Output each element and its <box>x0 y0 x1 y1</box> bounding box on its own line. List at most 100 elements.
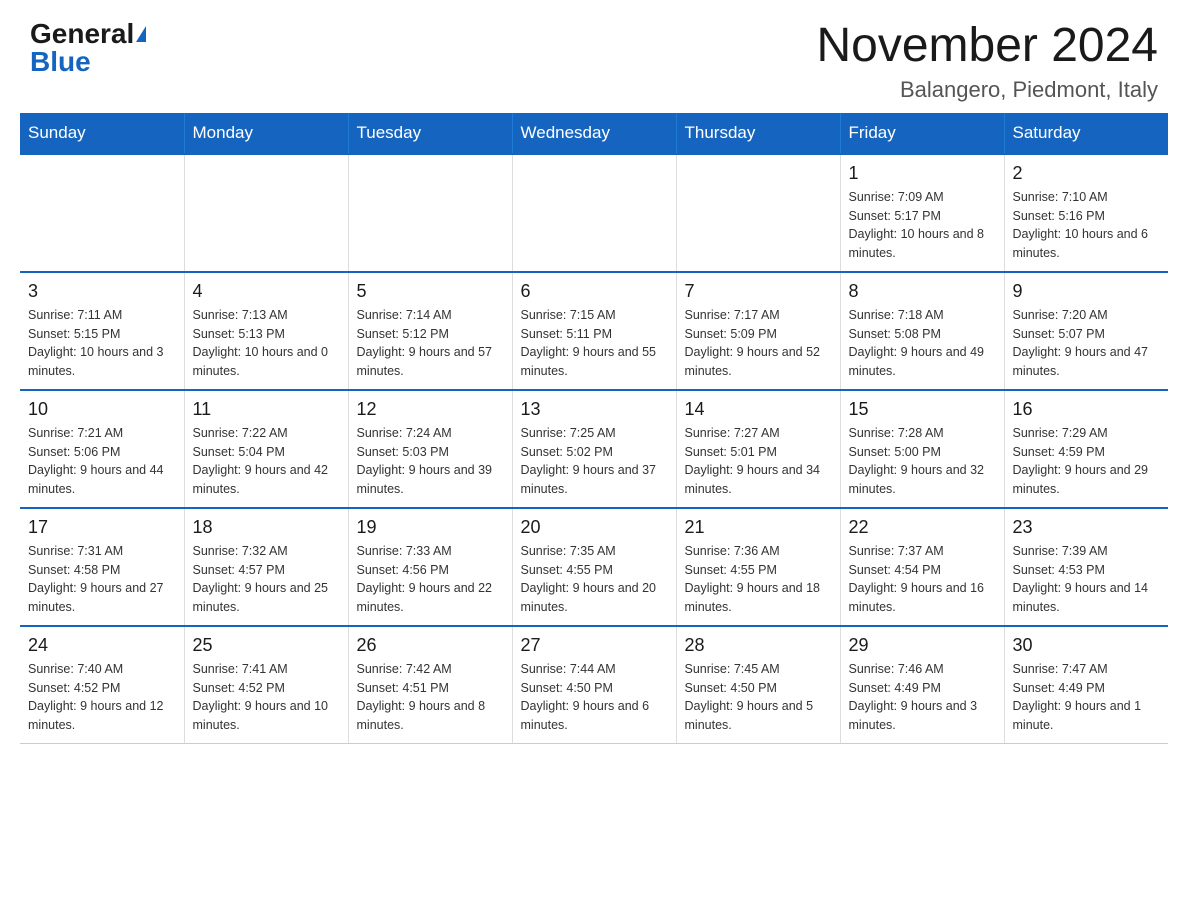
header-saturday: Saturday <box>1004 113 1168 154</box>
calendar-cell: 26 Sunrise: 7:42 AM Sunset: 4:51 PM Dayli… <box>348 626 512 744</box>
day-number: 21 <box>685 517 832 538</box>
day-info: Sunrise: 7:15 AM Sunset: 5:11 PM Dayligh… <box>521 306 668 381</box>
logo-general-text: General <box>30 20 134 48</box>
day-number: 20 <box>521 517 668 538</box>
day-number: 16 <box>1013 399 1161 420</box>
day-number: 19 <box>357 517 504 538</box>
week-row-1: 3Sunrise: 7:11 AM Sunset: 5:15 PM Daylig… <box>20 272 1168 390</box>
day-info: Sunrise: 7:47 AM Sunset: 4:49 PM Dayligh… <box>1013 660 1161 735</box>
day-number: 3 <box>28 281 176 302</box>
day-number: 2 <box>1013 163 1161 184</box>
day-number: 8 <box>849 281 996 302</box>
calendar-cell: 16 Sunrise: 7:29 AM Sunset: 4:59 PM Dayli… <box>1004 390 1168 508</box>
day-info: Sunrise: 7:13 AM Sunset: 5:13 PM Dayligh… <box>193 306 340 381</box>
day-info: Sunrise: 7:20 AM Sunset: 5:07 PM Dayligh… <box>1013 306 1161 381</box>
week-row-0: 1Sunrise: 7:09 AM Sunset: 5:17 PM Daylig… <box>20 154 1168 272</box>
day-info: Sunrise: 7:24 AM Sunset: 5:03 PM Dayligh… <box>357 424 504 499</box>
day-info: Sunrise: 7:22 AM Sunset: 5:04 PM Dayligh… <box>193 424 340 499</box>
calendar-cell: 11 Sunrise: 7:22 AM Sunset: 5:04 PM Dayli… <box>184 390 348 508</box>
calendar-cell: 7 Sunrise: 7:17 AM Sunset: 5:09 PM Daylig… <box>676 272 840 390</box>
day-number: 27 <box>521 635 668 656</box>
calendar-cell: 17 Sunrise: 7:31 AM Sunset: 4:58 PM Dayli… <box>20 508 184 626</box>
calendar-cell: 24 Sunrise: 7:40 AM Sunset: 4:52 PM Dayli… <box>20 626 184 744</box>
day-number: 18 <box>193 517 340 538</box>
day-info: Sunrise: 7:21 AM Sunset: 5:06 PM Dayligh… <box>28 424 176 499</box>
title-section: November 2024 Balangero, Piedmont, Italy <box>816 20 1158 103</box>
day-number: 7 <box>685 281 832 302</box>
day-info: Sunrise: 7:27 AM Sunset: 5:01 PM Dayligh… <box>685 424 832 499</box>
day-number: 23 <box>1013 517 1161 538</box>
calendar-subtitle: Balangero, Piedmont, Italy <box>816 77 1158 103</box>
calendar-cell <box>184 154 348 272</box>
calendar-cell: 2 Sunrise: 7:10 AM Sunset: 5:16 PM Daylig… <box>1004 154 1168 272</box>
day-info: Sunrise: 7:31 AM Sunset: 4:58 PM Dayligh… <box>28 542 176 617</box>
day-info: Sunrise: 7:14 AM Sunset: 5:12 PM Dayligh… <box>357 306 504 381</box>
header-wednesday: Wednesday <box>512 113 676 154</box>
day-info: Sunrise: 7:44 AM Sunset: 4:50 PM Dayligh… <box>521 660 668 735</box>
calendar-cell <box>676 154 840 272</box>
calendar-cell: 12 Sunrise: 7:24 AM Sunset: 5:03 PM Dayli… <box>348 390 512 508</box>
day-number: 1 <box>849 163 996 184</box>
calendar-cell: 29 Sunrise: 7:46 AM Sunset: 4:49 PM Dayli… <box>840 626 1004 744</box>
calendar-cell <box>512 154 676 272</box>
calendar-cell: 20 Sunrise: 7:35 AM Sunset: 4:55 PM Dayli… <box>512 508 676 626</box>
calendar-cell: 28 Sunrise: 7:45 AM Sunset: 4:50 PM Dayli… <box>676 626 840 744</box>
calendar-cell: 15 Sunrise: 7:28 AM Sunset: 5:00 PM Dayli… <box>840 390 1004 508</box>
header-monday: Monday <box>184 113 348 154</box>
calendar-cell: 19 Sunrise: 7:33 AM Sunset: 4:56 PM Dayli… <box>348 508 512 626</box>
day-info: Sunrise: 7:25 AM Sunset: 5:02 PM Dayligh… <box>521 424 668 499</box>
day-info: Sunrise: 7:29 AM Sunset: 4:59 PM Dayligh… <box>1013 424 1161 499</box>
calendar-cell: 5 Sunrise: 7:14 AM Sunset: 5:12 PM Daylig… <box>348 272 512 390</box>
calendar-cell: 3Sunrise: 7:11 AM Sunset: 5:15 PM Daylig… <box>20 272 184 390</box>
day-number: 26 <box>357 635 504 656</box>
day-info: Sunrise: 7:40 AM Sunset: 4:52 PM Dayligh… <box>28 660 176 735</box>
day-number: 17 <box>28 517 176 538</box>
day-number: 9 <box>1013 281 1161 302</box>
calendar-header-row: SundayMondayTuesdayWednesdayThursdayFrid… <box>20 113 1168 154</box>
day-number: 4 <box>193 281 340 302</box>
calendar-cell: 23Sunrise: 7:39 AM Sunset: 4:53 PM Dayli… <box>1004 508 1168 626</box>
day-number: 29 <box>849 635 996 656</box>
day-number: 6 <box>521 281 668 302</box>
header-sunday: Sunday <box>20 113 184 154</box>
calendar-cell: 9 Sunrise: 7:20 AM Sunset: 5:07 PM Daylig… <box>1004 272 1168 390</box>
calendar-cell: 30Sunrise: 7:47 AM Sunset: 4:49 PM Dayli… <box>1004 626 1168 744</box>
calendar-cell <box>348 154 512 272</box>
logo: General Blue <box>30 20 146 76</box>
day-number: 13 <box>521 399 668 420</box>
day-number: 24 <box>28 635 176 656</box>
day-info: Sunrise: 7:42 AM Sunset: 4:51 PM Dayligh… <box>357 660 504 735</box>
day-info: Sunrise: 7:35 AM Sunset: 4:55 PM Dayligh… <box>521 542 668 617</box>
calendar-cell <box>20 154 184 272</box>
day-info: Sunrise: 7:36 AM Sunset: 4:55 PM Dayligh… <box>685 542 832 617</box>
day-info: Sunrise: 7:32 AM Sunset: 4:57 PM Dayligh… <box>193 542 340 617</box>
day-info: Sunrise: 7:33 AM Sunset: 4:56 PM Dayligh… <box>357 542 504 617</box>
day-number: 15 <box>849 399 996 420</box>
calendar-wrapper: SundayMondayTuesdayWednesdayThursdayFrid… <box>0 113 1188 764</box>
day-number: 10 <box>28 399 176 420</box>
calendar-cell: 8 Sunrise: 7:18 AM Sunset: 5:08 PM Daylig… <box>840 272 1004 390</box>
day-info: Sunrise: 7:46 AM Sunset: 4:49 PM Dayligh… <box>849 660 996 735</box>
day-info: Sunrise: 7:41 AM Sunset: 4:52 PM Dayligh… <box>193 660 340 735</box>
day-info: Sunrise: 7:17 AM Sunset: 5:09 PM Dayligh… <box>685 306 832 381</box>
day-info: Sunrise: 7:10 AM Sunset: 5:16 PM Dayligh… <box>1013 188 1161 263</box>
day-number: 11 <box>193 399 340 420</box>
day-number: 5 <box>357 281 504 302</box>
day-number: 28 <box>685 635 832 656</box>
calendar-cell: 27 Sunrise: 7:44 AM Sunset: 4:50 PM Dayli… <box>512 626 676 744</box>
logo-triangle-icon <box>136 26 146 42</box>
day-info: Sunrise: 7:45 AM Sunset: 4:50 PM Dayligh… <box>685 660 832 735</box>
calendar-table: SundayMondayTuesdayWednesdayThursdayFrid… <box>20 113 1168 744</box>
calendar-cell: 14Sunrise: 7:27 AM Sunset: 5:01 PM Dayli… <box>676 390 840 508</box>
day-info: Sunrise: 7:28 AM Sunset: 5:00 PM Dayligh… <box>849 424 996 499</box>
day-info: Sunrise: 7:18 AM Sunset: 5:08 PM Dayligh… <box>849 306 996 381</box>
header-friday: Friday <box>840 113 1004 154</box>
calendar-cell: 1Sunrise: 7:09 AM Sunset: 5:17 PM Daylig… <box>840 154 1004 272</box>
calendar-cell: 6 Sunrise: 7:15 AM Sunset: 5:11 PM Daylig… <box>512 272 676 390</box>
day-info: Sunrise: 7:37 AM Sunset: 4:54 PM Dayligh… <box>849 542 996 617</box>
day-number: 12 <box>357 399 504 420</box>
header-tuesday: Tuesday <box>348 113 512 154</box>
logo-blue-text: Blue <box>30 48 91 76</box>
calendar-cell: 22Sunrise: 7:37 AM Sunset: 4:54 PM Dayli… <box>840 508 1004 626</box>
calendar-cell: 21 Sunrise: 7:36 AM Sunset: 4:55 PM Dayli… <box>676 508 840 626</box>
